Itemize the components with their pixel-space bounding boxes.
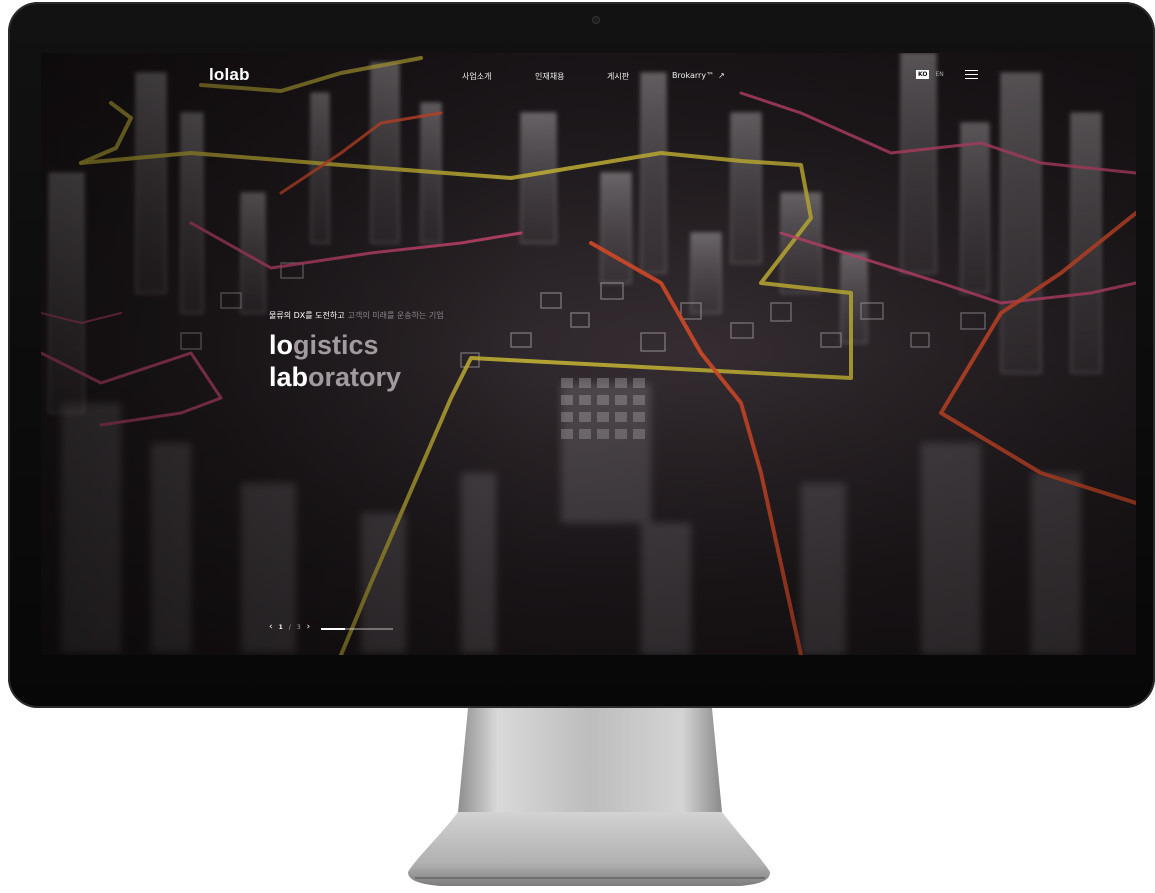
chevron-left-icon[interactable]: ‹ <box>269 623 273 632</box>
nav-item-brokarry-label: Brokarry™ <box>672 71 715 80</box>
chevron-right-icon[interactable]: › <box>307 623 311 632</box>
hero-title-line1-rest: gistics <box>293 330 379 360</box>
external-link-icon: ↗ <box>718 71 725 80</box>
camera-icon <box>592 16 600 24</box>
hero-title-line2: laboratory <box>269 361 401 393</box>
hero-title: logistics laboratory <box>269 329 401 393</box>
slide-total: 3 <box>296 623 301 631</box>
site-logo[interactable]: lolab <box>209 65 250 85</box>
hero-title-line2-rest: oratory <box>308 362 402 392</box>
screen-vignette <box>41 53 1136 655</box>
tagline-dim: 고객의 미래를 운송하는 기업 <box>347 311 444 320</box>
lang-ko-button[interactable]: KO <box>916 70 930 79</box>
slide-separator: / <box>288 623 291 631</box>
slider-progress <box>321 628 393 630</box>
slide-current: 1 <box>278 623 283 631</box>
nav-item-careers[interactable]: 인재채용 <box>535 71 564 82</box>
tagline-bright: 물류의 DX를 도전하고 <box>269 311 345 320</box>
hero-title-line1: logistics <box>269 329 401 361</box>
hero-tagline: 물류의 DX를 도전하고 고객의 미래를 운송하는 기업 <box>269 310 444 321</box>
nav-item-brokarry[interactable]: Brokarry™ ↗ <box>672 71 725 80</box>
hero-screen: lolab 사업소개 인재채용 게시판 Brokarry™ ↗ KO EN 물류의… <box>41 53 1136 655</box>
language-switcher: KO EN <box>916 70 944 79</box>
hero-title-line1-bold: lo <box>269 330 293 360</box>
slider-progress-fill <box>321 628 345 630</box>
slider-pager: ‹ 1 / 3 › <box>269 623 311 632</box>
hamburger-icon[interactable] <box>965 70 978 80</box>
lang-en-button[interactable]: EN <box>935 71 943 78</box>
nav-item-business[interactable]: 사업소개 <box>462 71 491 82</box>
hero-title-line2-bold: lab <box>269 362 309 392</box>
nav-item-board[interactable]: 게시판 <box>607 71 629 82</box>
